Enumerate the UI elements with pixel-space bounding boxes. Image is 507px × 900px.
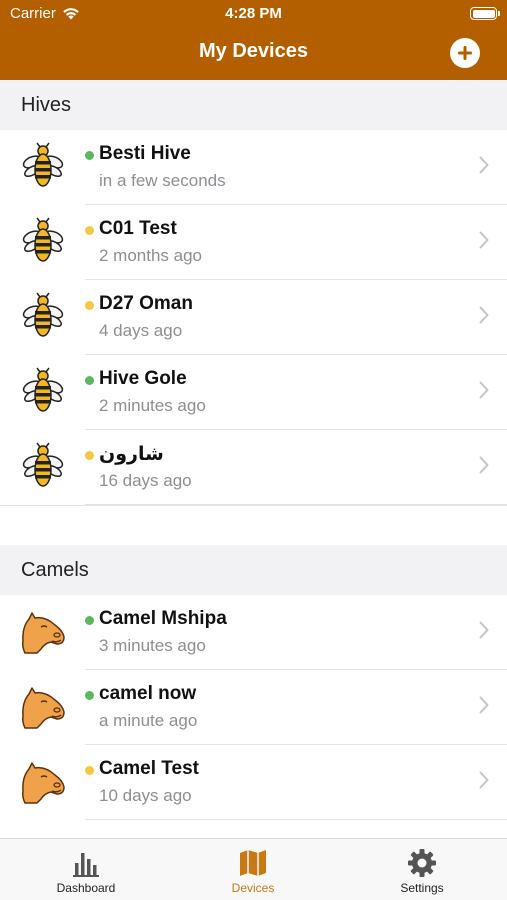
device-list[interactable]: Hives Besti Hive in a few seconds C01 Test 2… <box>0 80 507 838</box>
plus-icon <box>458 46 472 60</box>
chevron-right-icon <box>479 771 489 789</box>
last-seen: a minute ago <box>99 711 198 730</box>
camel-icon <box>19 757 67 805</box>
map-icon <box>237 847 269 879</box>
device-row[interactable]: C01 Test 2 months ago <box>0 205 507 280</box>
bee-icon <box>19 217 67 265</box>
device-name: Hive Gole <box>99 368 187 389</box>
status-dot-online <box>85 691 94 700</box>
tab-dashboard[interactable]: Dashboard <box>36 847 136 895</box>
device-row[interactable]: D27 Oman 4 days ago <box>0 280 507 355</box>
device-row[interactable]: شارون 16 days ago <box>0 430 507 505</box>
status-bar: Carrier 4:28 PM <box>0 0 507 28</box>
camel-icon <box>19 682 67 730</box>
row-separator <box>85 504 507 505</box>
chevron-right-icon <box>479 306 489 324</box>
camel-icon <box>19 607 67 655</box>
last-seen: 3 minutes ago <box>99 636 206 655</box>
chevron-right-icon <box>479 696 489 714</box>
status-dot-warning <box>85 451 94 460</box>
device-name: camel now <box>99 683 197 704</box>
last-seen: 4 days ago <box>99 321 183 340</box>
device-row[interactable]: Camel Mshipa 3 minutes ago <box>0 595 507 670</box>
status-dot-warning <box>85 766 94 775</box>
page-title: My Devices <box>199 40 308 62</box>
device-row[interactable]: Hive Gole 2 minutes ago <box>0 355 507 430</box>
gear-icon <box>406 847 438 879</box>
section-header: Camels <box>0 545 507 595</box>
status-dot-warning <box>85 226 94 235</box>
device-name: شارون <box>99 444 164 465</box>
device-name: Camel Test <box>99 758 199 779</box>
nav-bar: Carrier 4:28 PM My Devices <box>0 0 507 80</box>
device-row[interactable]: camel now a minute ago <box>0 670 507 745</box>
bee-icon <box>19 367 67 415</box>
chevron-right-icon <box>479 621 489 639</box>
device-name: C01 Test <box>99 218 177 239</box>
device-row[interactable]: Camel Test 10 days ago <box>0 745 507 820</box>
status-dot-online <box>85 151 94 160</box>
add-device-button[interactable] <box>450 38 480 68</box>
last-seen: 16 days ago <box>99 471 192 490</box>
bee-icon <box>19 142 67 190</box>
battery-icon <box>470 7 500 20</box>
last-seen: 2 months ago <box>99 246 203 265</box>
tab-devices[interactable]: Devices <box>203 847 303 895</box>
status-dot-online <box>85 376 94 385</box>
chevron-right-icon <box>479 156 489 174</box>
status-dot-warning <box>85 301 94 310</box>
chevron-right-icon <box>479 231 489 249</box>
bee-icon <box>19 292 67 340</box>
chevron-right-icon <box>479 381 489 399</box>
section-spacer <box>0 505 507 545</box>
last-seen: in a few seconds <box>99 171 226 190</box>
device-name: Camel Mshipa <box>99 608 227 629</box>
tab-label: Devices <box>231 881 275 895</box>
device-row[interactable]: Besti Hive in a few seconds <box>0 130 507 205</box>
bee-icon <box>19 442 67 490</box>
last-seen: 2 minutes ago <box>99 396 206 415</box>
tab-label: Dashboard <box>56 881 116 895</box>
last-seen: 10 days ago <box>99 786 192 805</box>
section-header: Hives <box>0 80 507 130</box>
tab-settings[interactable]: Settings <box>372 847 472 895</box>
status-time: 4:28 PM <box>225 5 282 22</box>
device-name: D27 Oman <box>99 293 193 314</box>
status-dot-online <box>85 616 94 625</box>
chevron-right-icon <box>479 456 489 474</box>
device-name: Besti Hive <box>99 143 191 164</box>
bar-chart-icon <box>70 847 102 879</box>
tab-label: Settings <box>400 881 444 895</box>
tab-bar: Dashboard Devices Settings <box>0 838 507 900</box>
row-separator <box>85 819 507 820</box>
